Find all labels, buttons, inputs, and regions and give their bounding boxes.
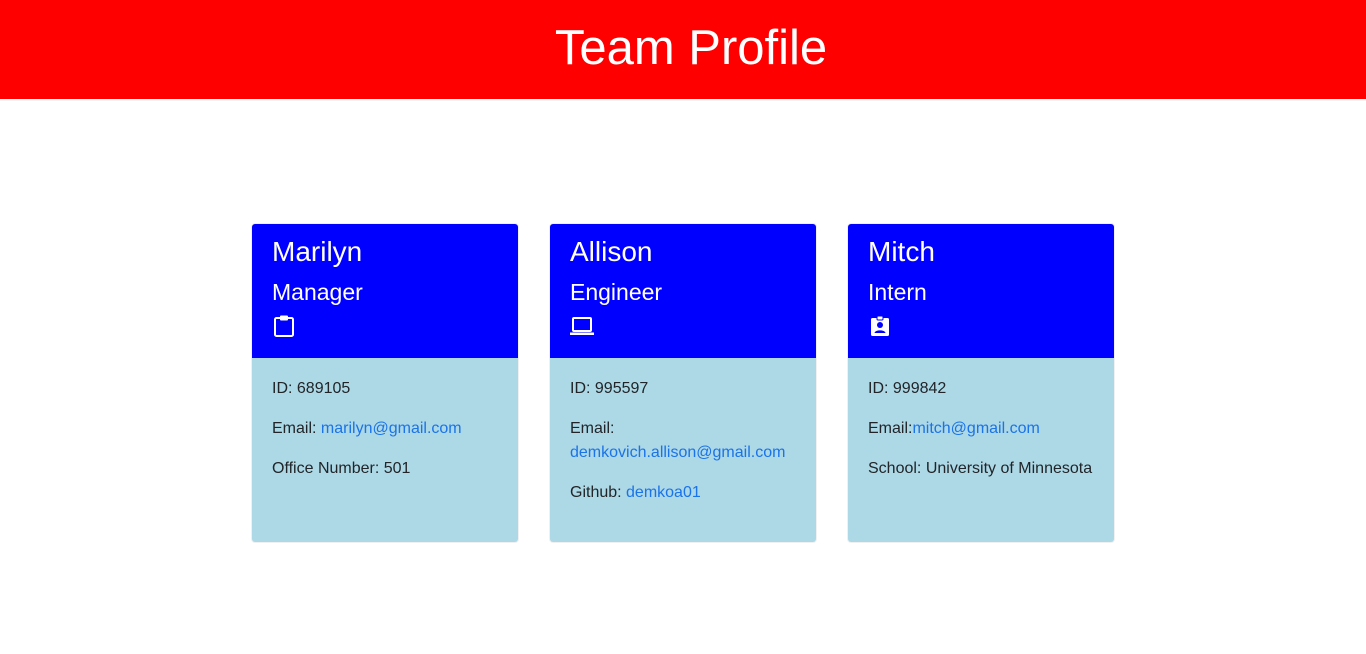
email-link[interactable]: marilyn@gmail.com <box>321 420 462 437</box>
employee-id: ID: 689105 <box>272 380 351 397</box>
laptop-icon <box>570 317 594 335</box>
email-link[interactable]: mitch@gmail.com <box>912 420 1039 437</box>
employee-email-line: Email: marilyn@gmail.com <box>272 417 502 441</box>
employee-id: ID: 995597 <box>570 380 649 397</box>
email-label: Email: <box>868 420 913 437</box>
badge-icon <box>871 315 889 336</box>
card-header: Marilyn Manager <box>252 224 518 358</box>
employee-name: Mitch <box>868 236 935 267</box>
email-label: Email: <box>272 420 321 437</box>
employee-role: Intern <box>868 279 927 305</box>
github-line: Github: demkoa01 <box>570 481 800 505</box>
employee-card-manager: Marilyn Manager ID: 689105 Email: marily… <box>252 224 518 542</box>
employee-role: Manager <box>272 279 363 305</box>
email-link[interactable]: demkovich.allison@gmail.com <box>570 444 785 461</box>
card-body: ID: 999842 Email:mitch@gmail.com School:… <box>848 358 1114 542</box>
card-body: ID: 995597 Email: demkovich.allison@gmai… <box>550 358 816 542</box>
card-header: Allison Engineer <box>550 224 816 358</box>
page-title: Team Profile <box>554 21 828 75</box>
card-header: Mitch Intern <box>848 224 1114 358</box>
office-number: Office Number: 501 <box>272 460 411 477</box>
page-banner: Team Profile <box>0 0 1366 99</box>
employee-name: Allison <box>570 236 653 267</box>
employee-card-intern: Mitch Intern ID: 999842 Email:mitch@gmai… <box>848 224 1114 542</box>
school: School: University of Minnesota <box>868 460 1093 477</box>
clipboard-icon <box>274 315 294 337</box>
employee-id: ID: 999842 <box>868 380 947 397</box>
email-label: Email: <box>570 420 615 437</box>
employee-name: Marilyn <box>272 236 363 267</box>
card-body: ID: 689105 Email: marilyn@gmail.com Offi… <box>252 358 518 542</box>
employee-email-line: demkovich.allison@gmail.com <box>570 441 800 465</box>
employee-email-line: Email:mitch@gmail.com <box>868 417 1098 441</box>
github-label: Github: <box>570 484 627 501</box>
employee-role: Engineer <box>570 279 663 305</box>
employee-card-engineer: Allison Engineer ID: 995597 Email: demko… <box>550 224 816 542</box>
github-link[interactable]: demkoa01 <box>626 484 701 501</box>
